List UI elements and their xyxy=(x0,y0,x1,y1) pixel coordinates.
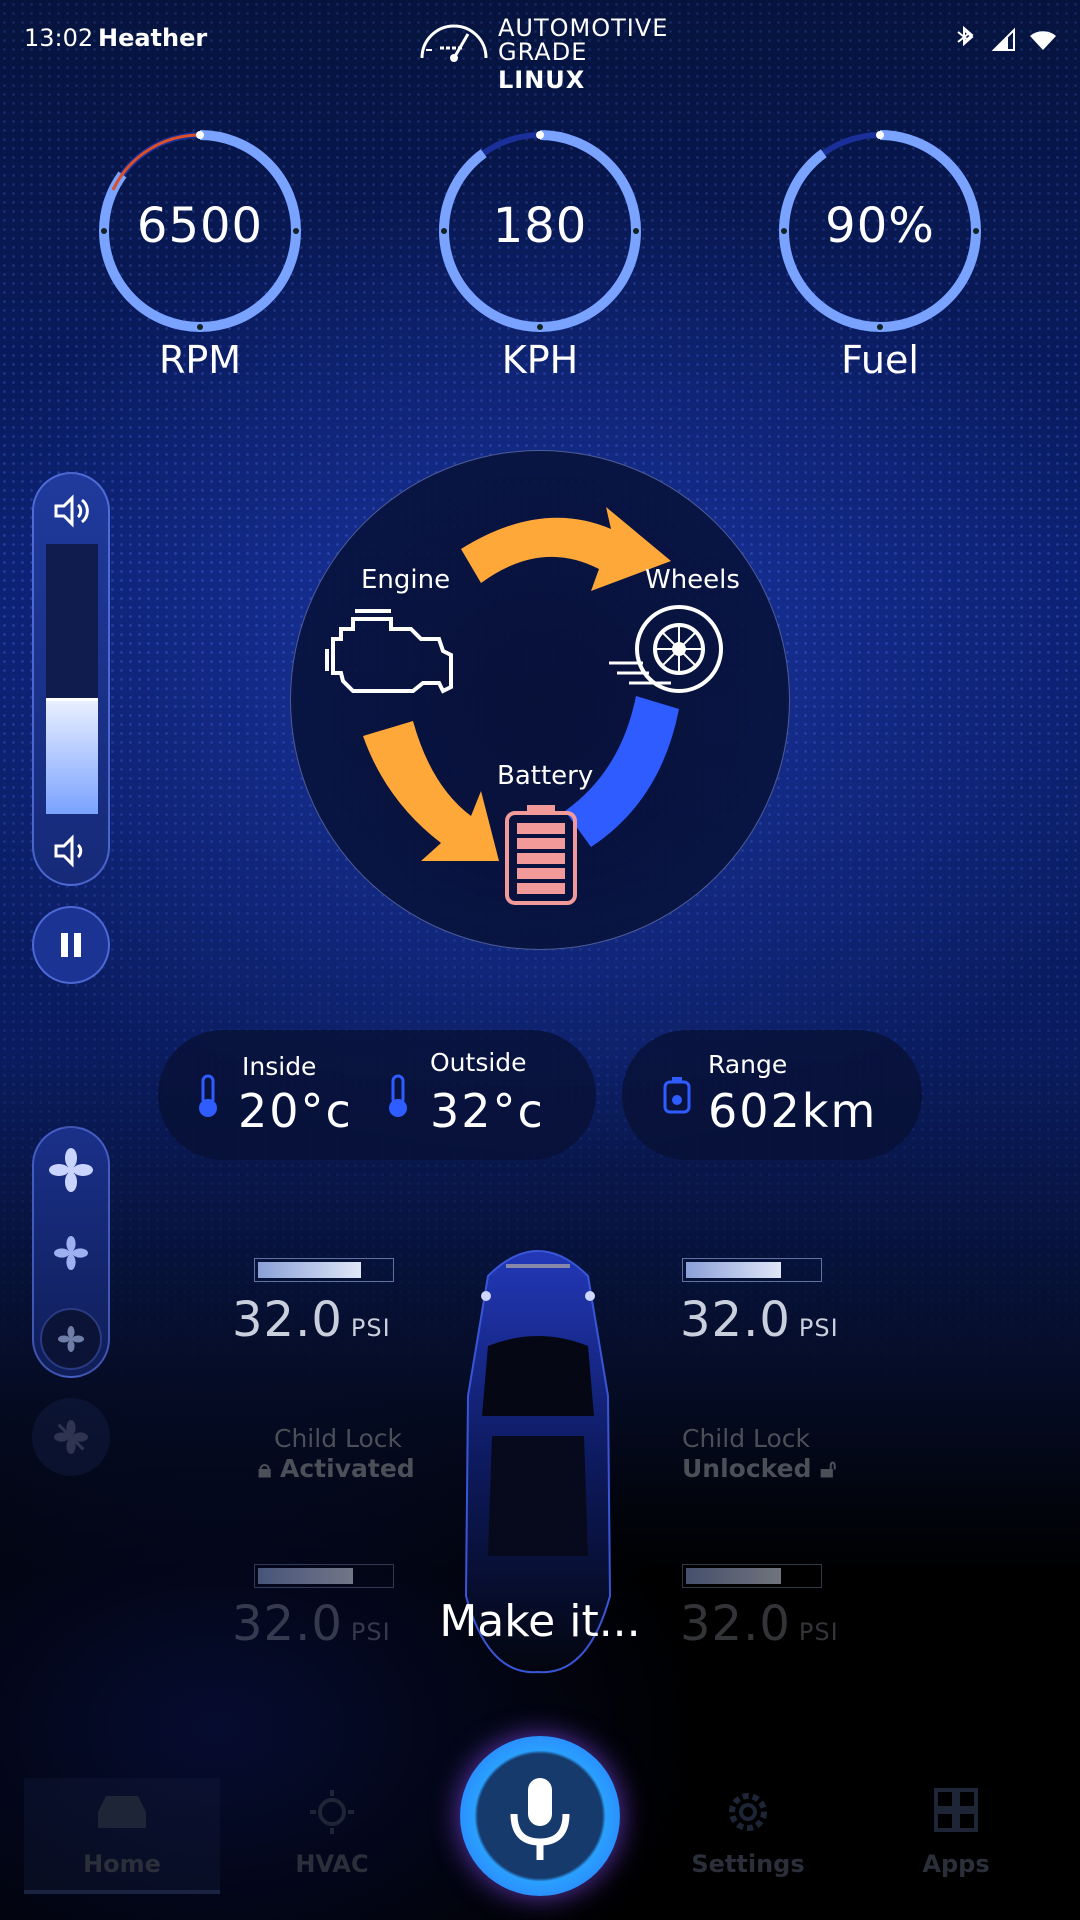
microphone-icon xyxy=(510,1778,570,1860)
lock-open-icon: 🔓︎ xyxy=(811,1454,837,1483)
tire-front-left-bar xyxy=(254,1258,394,1282)
temperature-card: Inside 20°c Outside 32°c xyxy=(158,1030,596,1160)
car-icon xyxy=(98,1796,146,1828)
volume-slider[interactable] xyxy=(32,472,110,886)
inside-temperature: 20°c xyxy=(238,1084,353,1138)
engine-icon xyxy=(325,609,453,694)
child-lock-right-state[interactable]: Unlocked 🔓︎ xyxy=(682,1454,836,1484)
lock-closed-icon: 🔒︎ xyxy=(258,1454,281,1483)
engine-to-battery-arrow xyxy=(363,721,499,861)
nav-apps-label: Apps xyxy=(922,1850,990,1878)
volume-track[interactable] xyxy=(46,544,98,814)
fan-off-button[interactable] xyxy=(32,1398,110,1476)
battery-label: Battery xyxy=(497,761,594,791)
energy-flow-panel: Engine Wheels Battery xyxy=(290,450,790,950)
rpm-value: 6500 xyxy=(136,198,264,254)
tire-front-right-unit: PSI xyxy=(798,1314,839,1342)
fuel-can-icon xyxy=(663,1077,691,1114)
engine-label: Engine xyxy=(361,565,451,595)
range-value: 602km xyxy=(708,1084,878,1138)
fuel-value: 90% xyxy=(825,198,935,254)
bluetooth-icon xyxy=(957,25,974,47)
tire-front-left-pressure: 32.0 PSI xyxy=(232,1292,391,1348)
agl-logo: AUTOMOTIVE GRADE LINUX xyxy=(416,14,676,94)
rpm-label: RPM xyxy=(158,338,242,382)
gear-icon xyxy=(729,1793,767,1831)
agl-logo-grade: GRADE xyxy=(498,38,588,66)
signal-icon xyxy=(991,27,1015,51)
tire-front-left-value: 32.0 xyxy=(232,1292,343,1348)
nav-settings-label: Settings xyxy=(691,1850,805,1878)
child-lock-left-label: Child Lock xyxy=(274,1424,403,1453)
tire-front-left-unit: PSI xyxy=(350,1314,391,1342)
volume-up-icon[interactable] xyxy=(52,494,92,528)
status-icons xyxy=(950,25,1060,56)
speedometer-logo-icon xyxy=(420,24,488,62)
kph-gauge: 180 xyxy=(437,128,643,334)
fan-speed-selector[interactable] xyxy=(32,1126,110,1378)
range-label: Range xyxy=(708,1050,788,1079)
pause-button[interactable] xyxy=(32,906,110,984)
kph-label: KPH xyxy=(501,338,579,382)
fuel-label: Fuel xyxy=(841,338,919,382)
nav-home-label: Home xyxy=(83,1850,161,1878)
voice-prompt: Make it... xyxy=(439,1596,641,1647)
outside-label: Outside xyxy=(430,1048,527,1077)
wheels-label: Wheels xyxy=(645,565,740,595)
nav-home[interactable]: Home xyxy=(24,1778,220,1894)
tire-front-right-pressure: 32.0 PSI xyxy=(680,1292,839,1348)
status-user: Heather xyxy=(98,24,208,52)
tire-rear-right-bar xyxy=(682,1564,822,1588)
volume-down-icon[interactable] xyxy=(52,834,92,868)
tire-front-right-value: 32.0 xyxy=(680,1292,791,1348)
nav-hvac[interactable]: HVAC xyxy=(234,1778,430,1890)
voice-assistant-button[interactable] xyxy=(460,1736,620,1896)
fuel-gauge: 90% xyxy=(777,128,983,334)
fan-high-icon[interactable] xyxy=(49,1148,93,1192)
engine-to-wheels-arrow xyxy=(461,507,671,591)
fan-low-icon xyxy=(58,1326,84,1352)
hvac-icon xyxy=(310,1790,354,1834)
child-lock-right-label: Child Lock xyxy=(682,1424,811,1453)
range-card: Range 602km xyxy=(622,1030,922,1160)
rpm-gauge: 6500 xyxy=(97,128,303,334)
nav-apps[interactable]: Apps xyxy=(858,1778,1054,1890)
battery-icon xyxy=(505,805,577,905)
thermometer-inside-icon xyxy=(199,1074,217,1117)
pause-icon xyxy=(61,933,81,957)
nav-settings[interactable]: Settings xyxy=(650,1778,846,1890)
apps-grid-icon xyxy=(934,1788,978,1832)
fan-off-icon xyxy=(54,1420,88,1454)
wheel-icon xyxy=(609,605,723,693)
volume-fill xyxy=(46,697,98,814)
wifi-icon xyxy=(1030,31,1056,50)
tire-front-right-bar xyxy=(682,1258,822,1282)
agl-logo-linux: LINUX xyxy=(498,66,586,94)
kph-value: 180 xyxy=(492,198,588,254)
status-time: 13:02 xyxy=(24,24,94,52)
outside-temperature: 32°c xyxy=(430,1084,545,1138)
tire-rear-left-bar xyxy=(254,1564,394,1588)
child-lock-right-state-text: Unlocked xyxy=(682,1454,812,1483)
nav-hvac-label: HVAC xyxy=(295,1850,369,1878)
fan-low-button[interactable] xyxy=(40,1308,102,1370)
inside-label: Inside xyxy=(242,1052,317,1081)
child-lock-left-state-text: Activated xyxy=(280,1454,415,1483)
fan-medium-icon[interactable] xyxy=(54,1236,88,1270)
thermometer-outside-icon xyxy=(389,1074,407,1117)
child-lock-left-state[interactable]: 🔒︎ Activated xyxy=(258,1454,415,1484)
agl-logo-line2: GRADE LINUX xyxy=(498,38,676,94)
